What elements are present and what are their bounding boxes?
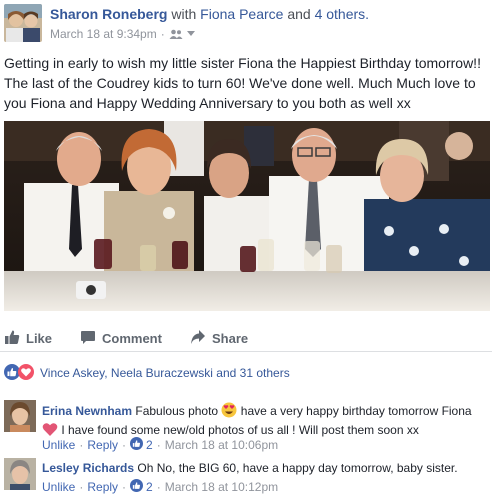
commenter-avatar[interactable] [4, 400, 36, 432]
comment-text-part1: Fabulous photo [135, 404, 219, 418]
comment-label: Comment [102, 331, 162, 346]
like-label: Like [26, 331, 53, 346]
like-reaction-icon [130, 437, 144, 453]
comment: Erina Newnham Fabulous photo have a very… [0, 400, 492, 454]
comment-like-count[interactable]: 2 [130, 479, 153, 495]
comment-icon [80, 329, 96, 348]
comment-author[interactable]: Erina Newnham [42, 404, 132, 418]
post-action-bar: Like Comment Share [0, 322, 492, 352]
thumbs-up-icon [4, 329, 20, 348]
comment-meta: Unlike · Reply · 2 · March 18 at 10:12pm [42, 479, 278, 495]
meta-separator: · [122, 480, 127, 494]
like-count-value: 2 [146, 480, 153, 494]
author-name[interactable]: Sharon Roneberg [50, 6, 167, 22]
reply-link[interactable]: Reply [87, 438, 118, 452]
like-button[interactable]: Like [4, 329, 52, 348]
chevron-down-icon[interactable] [186, 31, 195, 37]
comment-text: Oh No, the BIG 60, have a happy day tomo… [137, 461, 458, 475]
comment-like-count[interactable]: 2 [130, 437, 153, 453]
heart-eyes-emoji-icon [221, 402, 237, 422]
meta-separator: · [156, 480, 161, 494]
post-timestamp[interactable]: March 18 at 9:34pm [50, 27, 157, 41]
reply-link[interactable]: Reply [87, 480, 118, 494]
comment-button[interactable]: Comment [80, 329, 162, 348]
reaction-icons [4, 363, 34, 383]
comment-timestamp[interactable]: March 18 at 10:06pm [165, 438, 278, 452]
author-avatar[interactable] [4, 4, 42, 42]
friends-icon[interactable] [169, 29, 183, 39]
love-reaction-icon [18, 363, 34, 383]
meta-separator: · [79, 480, 84, 494]
with-text: with [171, 6, 197, 22]
share-label: Share [212, 331, 249, 346]
meta-separator: · [79, 438, 84, 452]
comment-body: Lesley Richards Oh No, the BIG 60, have … [42, 460, 488, 476]
meta-separator: · [160, 27, 165, 41]
meta-separator: · [156, 438, 161, 452]
comment-meta: Unlike · Reply · 2 · March 18 at 10:06pm [42, 437, 278, 453]
tagged-person[interactable]: Fiona Pearce [200, 6, 283, 22]
others-link[interactable]: 4 others. [315, 6, 369, 22]
post-author-line: Sharon Roneberg with Fiona Pearce and 4 … [50, 6, 369, 22]
comment: Lesley Richards Oh No, the BIG 60, have … [0, 458, 492, 498]
reactions-summary[interactable]: Vince Askey, Neela Buraczewski and 31 ot… [4, 363, 290, 383]
post-header: Sharon Roneberg with Fiona Pearce and 4 … [0, 0, 492, 46]
post-meta: March 18 at 9:34pm · [50, 27, 195, 41]
comment-text-part2: have a very happy birthday tomorrow Fion… [240, 404, 472, 418]
comment-timestamp[interactable]: March 18 at 10:12pm [165, 480, 278, 494]
unlike-link[interactable]: Unlike [42, 480, 75, 494]
meta-separator: · [122, 438, 127, 452]
share-button[interactable]: Share [190, 329, 248, 348]
comment-text-part3: I have found some new/old photos of us a… [61, 423, 419, 437]
share-icon [190, 329, 206, 348]
unlike-link[interactable]: Unlike [42, 438, 75, 452]
post-text: Getting in early to wish my little siste… [4, 55, 481, 111]
like-count-value: 2 [146, 438, 153, 452]
comment-body: Erina Newnham Fabulous photo have a very… [42, 402, 488, 441]
post-photo[interactable] [4, 121, 490, 311]
and-text: and [287, 6, 311, 22]
like-reaction-icon [130, 479, 144, 495]
reactions-text[interactable]: Vince Askey, Neela Buraczewski and 31 ot… [40, 366, 290, 380]
comment-author[interactable]: Lesley Richards [42, 461, 134, 475]
commenter-avatar[interactable] [4, 458, 36, 490]
